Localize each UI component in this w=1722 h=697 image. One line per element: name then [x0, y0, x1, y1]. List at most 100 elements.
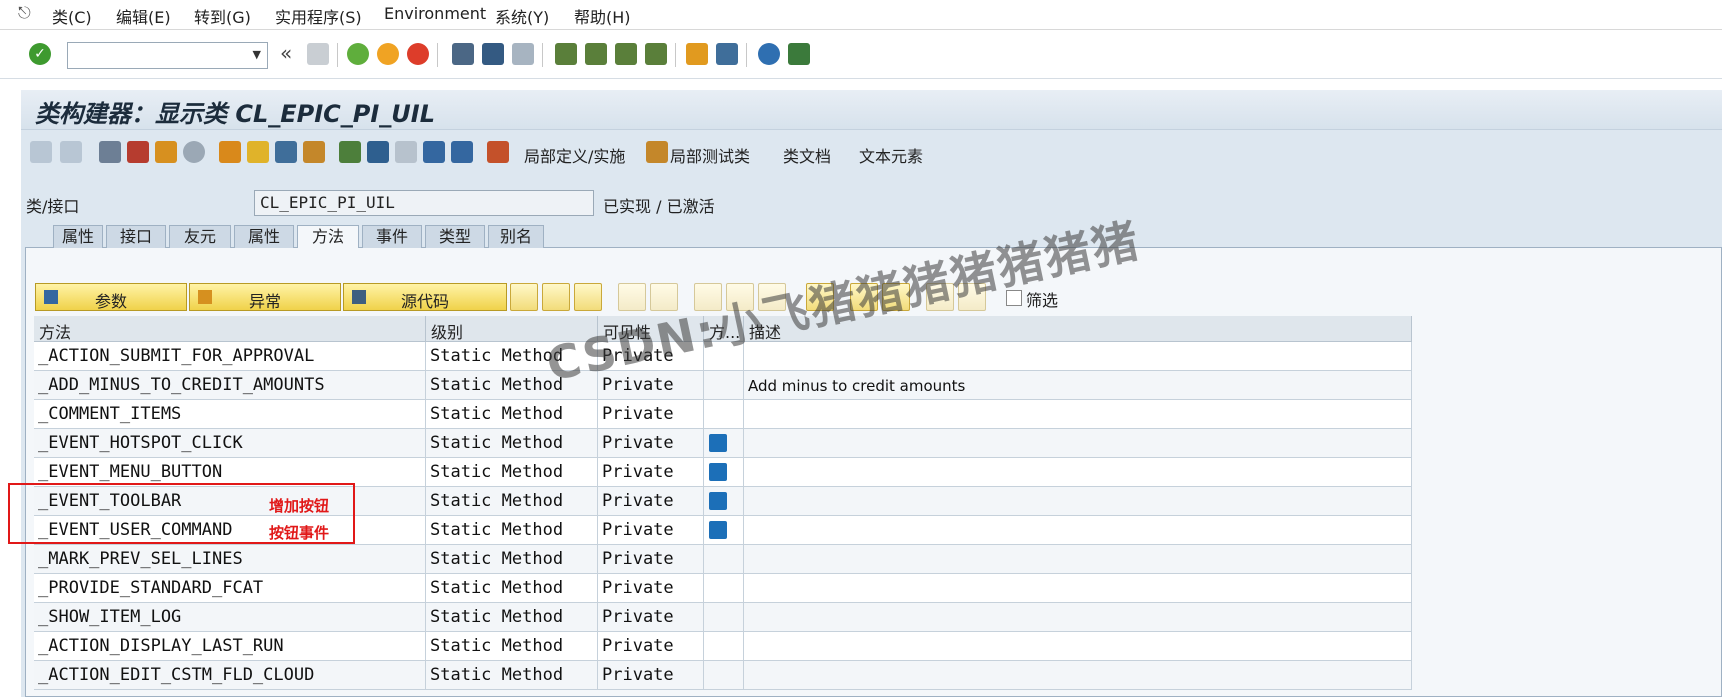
cell-level[interactable]: Static Method	[426, 487, 598, 516]
cell-level[interactable]: Static Method	[426, 603, 598, 632]
cell-description[interactable]	[744, 487, 1412, 516]
cell-level[interactable]: Static Method	[426, 545, 598, 574]
table-row[interactable]: _ACTION_EDIT_CSTM_FLD_CLOUD Static Method…	[34, 661, 1412, 690]
cell-description[interactable]: Add minus to credit amounts	[744, 371, 1412, 400]
cell-level[interactable]: Static Method	[426, 400, 598, 429]
menu-environment[interactable]: Environment	[384, 4, 486, 23]
layout-icon[interactable]	[788, 43, 810, 65]
back-icon[interactable]	[347, 43, 369, 65]
cell-level[interactable]: Static Method	[426, 661, 598, 690]
table-row[interactable]: _COMMENT_ITEMS Static Method Private	[34, 400, 1412, 429]
navigate-method-icon[interactable]	[574, 283, 602, 311]
chevron-down-icon[interactable]: ▼	[253, 48, 261, 61]
help-icon[interactable]	[758, 43, 780, 65]
pretty-printer-icon[interactable]	[247, 141, 269, 163]
text-elements-button[interactable]: 文本元素	[859, 143, 923, 167]
cell-visibility[interactable]: Private	[598, 545, 704, 574]
cell-description[interactable]	[744, 603, 1412, 632]
local-definitions-icon[interactable]	[487, 141, 509, 163]
goto-definition-icon[interactable]	[510, 283, 538, 311]
book-icon[interactable]	[395, 141, 417, 163]
menu-edit[interactable]: 编辑(E)	[116, 4, 171, 28]
print-icon[interactable]	[452, 43, 474, 65]
cell-method-name[interactable]: _ACTION_DISPLAY_LAST_RUN	[34, 632, 426, 661]
cell-description[interactable]	[744, 632, 1412, 661]
tab-interfaces[interactable]: 接口	[106, 225, 166, 248]
copy-method-icon[interactable]	[542, 283, 570, 311]
cell-level[interactable]: Static Method	[426, 429, 598, 458]
cell-description[interactable]	[744, 545, 1412, 574]
cell-method-name[interactable]: _ADD_MINUS_TO_CREDIT_AMOUNTS	[34, 371, 426, 400]
parameters-button[interactable]: 参数	[35, 283, 187, 311]
table-row[interactable]: _MARK_PREV_SEL_LINES Static Method Private	[34, 545, 1412, 574]
cell-visibility[interactable]: Private	[598, 400, 704, 429]
previous-page-icon[interactable]	[585, 43, 607, 65]
cell-description[interactable]	[744, 661, 1412, 690]
table-row[interactable]: _PROVIDE_STANDARD_FCAT Static Method Priva…	[34, 574, 1412, 603]
hierarchy-icon[interactable]	[339, 141, 361, 163]
collapse-icon[interactable]: «	[280, 41, 292, 65]
tab-methods[interactable]: 方法	[297, 225, 359, 248]
find-icon[interactable]	[482, 43, 504, 65]
where-used-icon[interactable]	[183, 141, 205, 163]
cell-visibility[interactable]: Private	[598, 632, 704, 661]
save-icon[interactable]	[307, 43, 329, 65]
menu-help[interactable]: 帮助(H)	[574, 4, 631, 28]
check-icon[interactable]	[127, 141, 149, 163]
cell-visibility[interactable]: Private	[598, 661, 704, 690]
cell-description[interactable]	[744, 429, 1412, 458]
cell-method-name[interactable]: _MARK_PREV_SEL_LINES	[34, 545, 426, 574]
display-object-icon[interactable]	[275, 141, 297, 163]
menu-utilities[interactable]: 实用程序(S)	[275, 4, 362, 28]
table-row[interactable]: _SHOW_ITEM_LOG Static Method Private	[34, 603, 1412, 632]
object-list-icon[interactable]	[219, 141, 241, 163]
next-page-icon[interactable]	[615, 43, 637, 65]
tab-friends[interactable]: 友元	[169, 225, 231, 248]
cell-method-type[interactable]	[704, 545, 744, 574]
table-row[interactable]: _ACTION_DISPLAY_LAST_RUN Static Method Pri…	[34, 632, 1412, 661]
cell-level[interactable]: Static Method	[426, 574, 598, 603]
last-page-icon[interactable]	[645, 43, 667, 65]
shortcut-icon[interactable]	[716, 43, 738, 65]
tab-attributes[interactable]: 属性	[234, 225, 294, 248]
cell-level[interactable]: Static Method	[426, 458, 598, 487]
cell-visibility[interactable]: Private	[598, 487, 704, 516]
cell-method-name[interactable]: _ACTION_SUBMIT_FOR_APPROVAL	[34, 342, 426, 371]
table-row[interactable]: _EVENT_HOTSPOT_CLICK Static Method Private	[34, 429, 1412, 458]
cell-description[interactable]	[744, 342, 1412, 371]
tab-events[interactable]: 事件	[362, 225, 422, 248]
tab-aliases[interactable]: 别名	[488, 225, 544, 248]
activate-icon[interactable]	[155, 141, 177, 163]
exit-icon[interactable]	[377, 43, 399, 65]
cell-method-type[interactable]	[704, 632, 744, 661]
cell-visibility[interactable]: Private	[598, 574, 704, 603]
find-next-icon[interactable]	[512, 43, 534, 65]
forward-arrow-icon[interactable]	[60, 141, 82, 163]
menu-class[interactable]: 类(C)	[52, 4, 92, 28]
menu-goto[interactable]: 转到(G)	[194, 4, 251, 28]
command-field[interactable]: ▼	[67, 42, 268, 69]
cell-method-type[interactable]	[704, 516, 744, 545]
cell-method-type[interactable]	[704, 661, 744, 690]
cancel-icon[interactable]	[407, 43, 429, 65]
toggle-display-change-icon[interactable]	[99, 141, 121, 163]
local-test-classes-button[interactable]: 局部测试类	[670, 143, 750, 167]
source-code-button[interactable]: 源代码	[343, 283, 507, 311]
enter-check-icon[interactable]: ✓	[29, 43, 51, 65]
cell-description[interactable]	[744, 400, 1412, 429]
cell-visibility[interactable]: Private	[598, 603, 704, 632]
cell-visibility[interactable]: Private	[598, 429, 704, 458]
cell-method-name[interactable]: _ACTION_EDIT_CSTM_FLD_CLOUD	[34, 661, 426, 690]
cell-method-name[interactable]: _EVENT_HOTSPOT_CLICK	[34, 429, 426, 458]
back-arrow-icon[interactable]	[30, 141, 52, 163]
first-page-icon[interactable]	[555, 43, 577, 65]
cell-method-type[interactable]	[704, 429, 744, 458]
cell-description[interactable]	[744, 574, 1412, 603]
cell-visibility[interactable]: Private	[598, 458, 704, 487]
table-row[interactable]: _ADD_MINUS_TO_CREDIT_AMOUNTS Static Metho…	[34, 371, 1412, 400]
cell-description[interactable]	[744, 458, 1412, 487]
list-icon[interactable]	[367, 141, 389, 163]
exceptions-button[interactable]: 异常	[189, 283, 341, 311]
tab-types[interactable]: 类型	[425, 225, 485, 248]
cell-method-type[interactable]	[704, 371, 744, 400]
